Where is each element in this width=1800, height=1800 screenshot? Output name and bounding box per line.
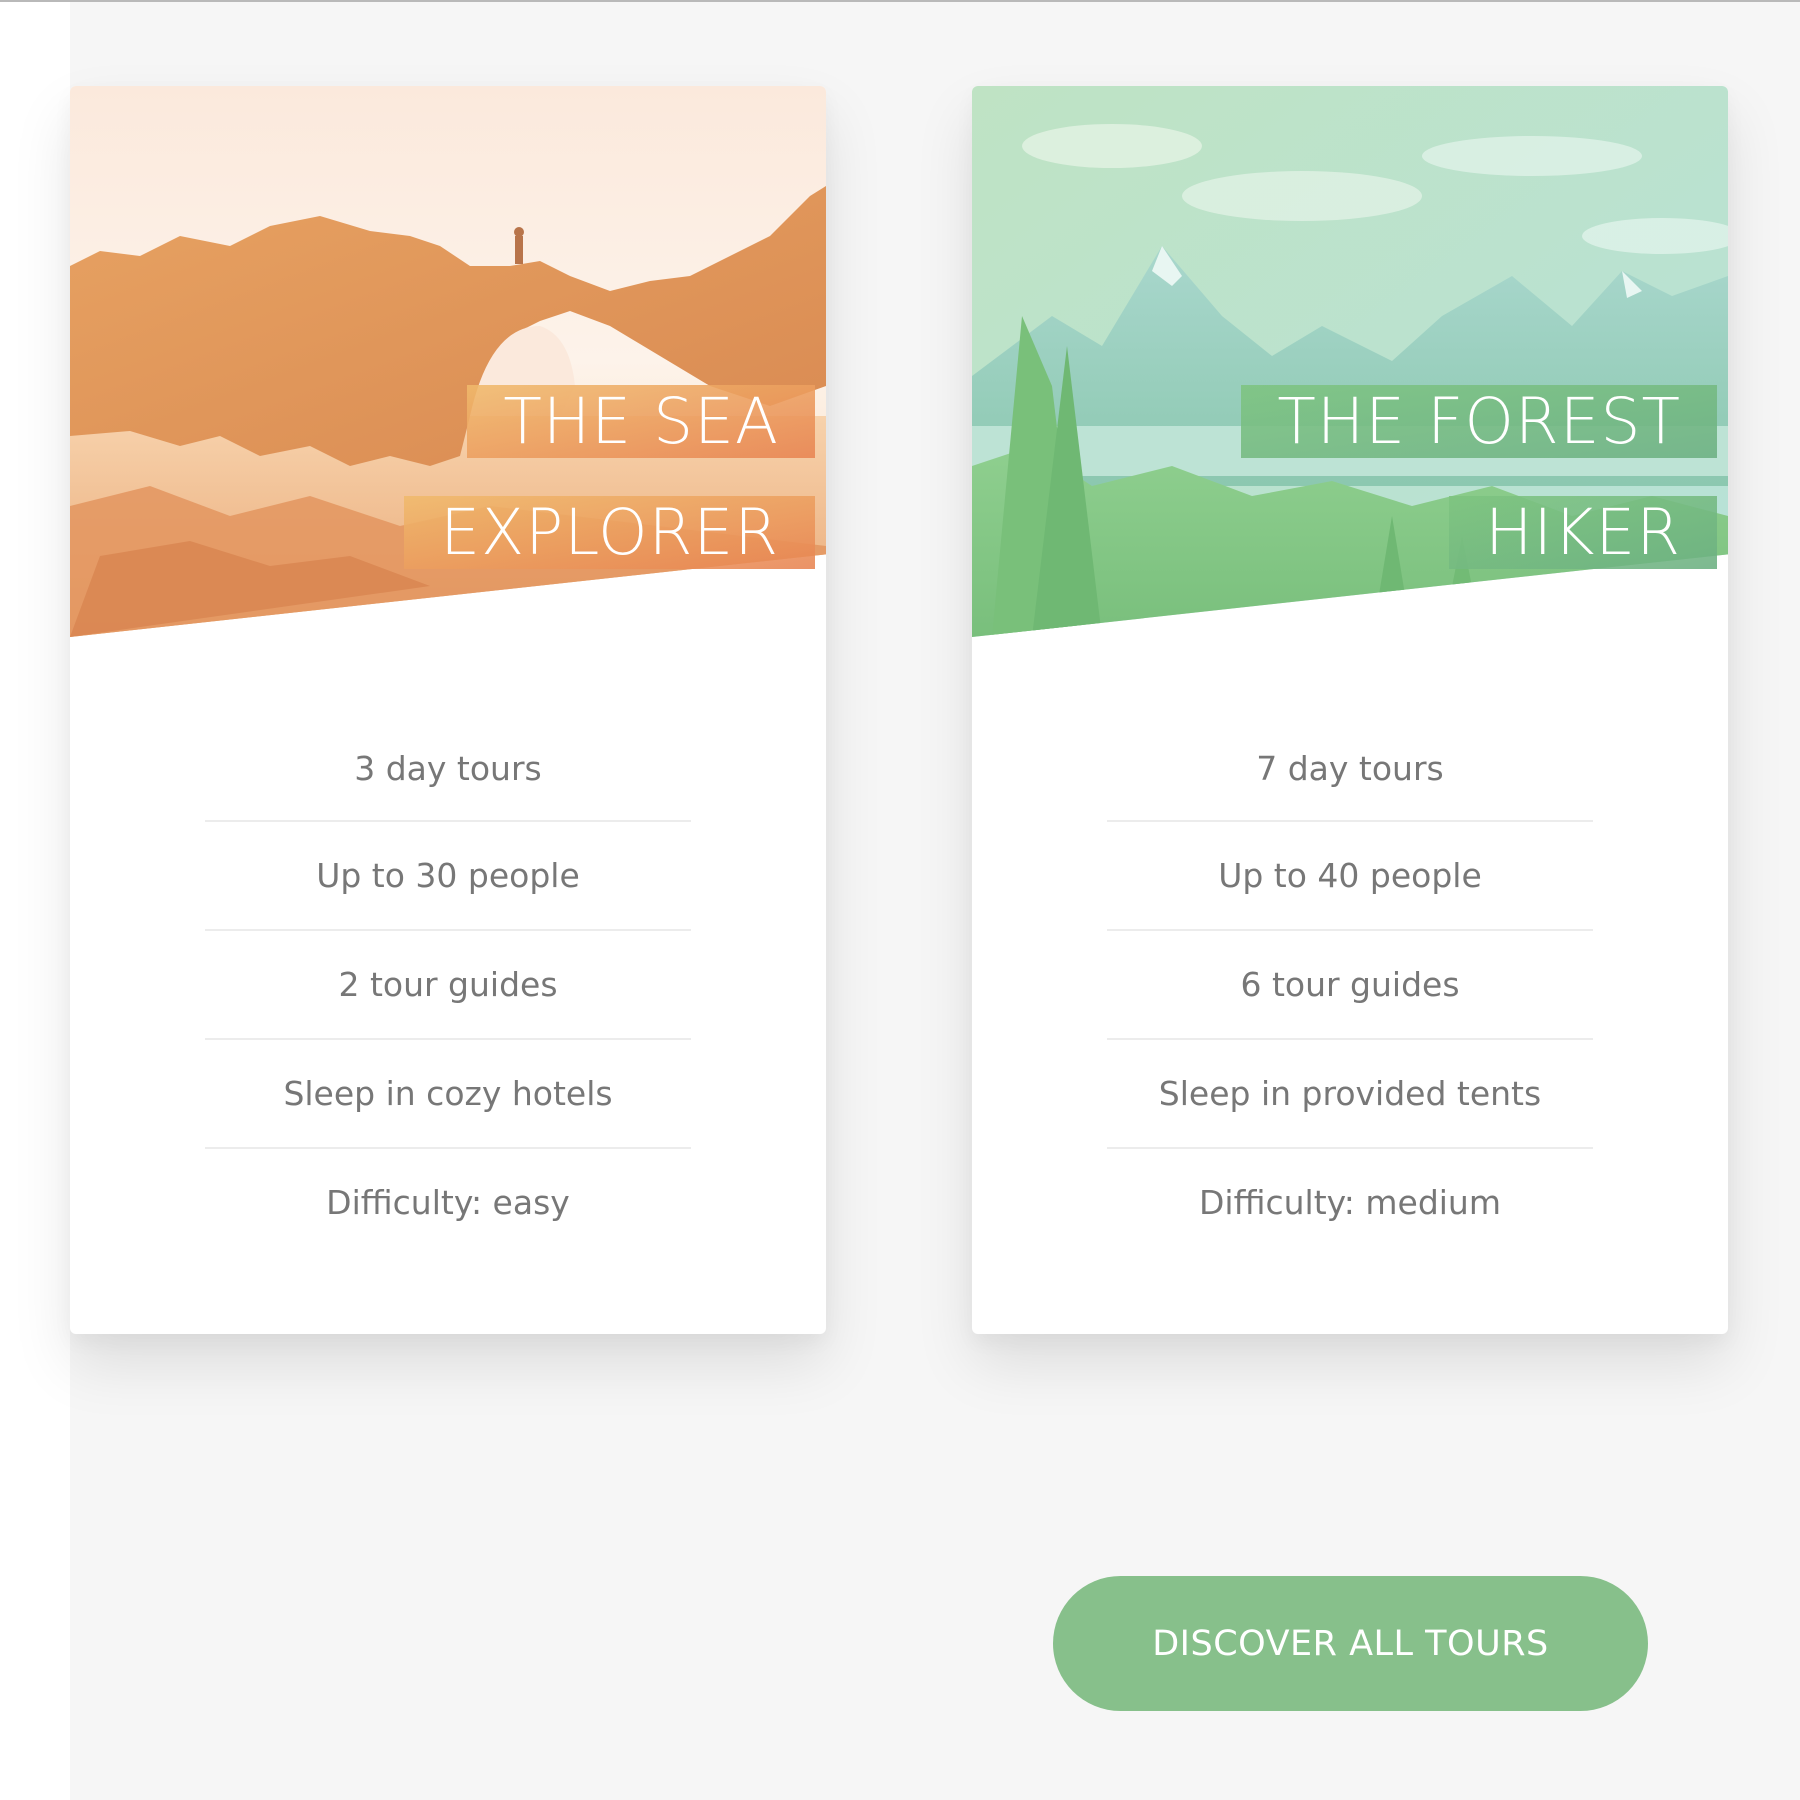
- tour-detail-duration: 3 day tours: [205, 716, 691, 822]
- tour-heading-line2: HIKER: [1449, 496, 1717, 569]
- tour-heading-forest: THE FOREST HIKER: [1097, 366, 1717, 588]
- tour-detail-duration: 7 day tours: [1107, 716, 1593, 822]
- tour-details-forest: 7 day tours Up to 40 people 6 tour guide…: [972, 744, 1728, 1258]
- discover-all-tours-button[interactable]: DISCOVER ALL TOURS: [1053, 1576, 1648, 1711]
- tour-heading-line1: THE SEA: [467, 385, 815, 458]
- tour-detail-group-size: Up to 30 people: [205, 822, 691, 931]
- tour-detail-group-size: Up to 40 people: [1107, 822, 1593, 931]
- tour-detail-accommodation: Sleep in provided tents: [1107, 1040, 1593, 1149]
- tour-detail-accommodation: Sleep in cozy hotels: [205, 1040, 691, 1149]
- tour-detail-guides: 2 tour guides: [205, 931, 691, 1040]
- tour-card-sea-explorer: THE SEA EXPLORER 3 day tours Up to 30 pe…: [70, 86, 826, 1334]
- tour-card-forest-hiker: THE FOREST HIKER 7 day tours Up to 40 pe…: [972, 86, 1728, 1334]
- tour-detail-difficulty: Difficulty: easy: [326, 1183, 570, 1222]
- tour-detail-difficulty: Difficulty: medium: [1198, 1183, 1501, 1222]
- tour-detail-guides: 6 tour guides: [1107, 931, 1593, 1040]
- tour-heading-line1: THE FOREST: [1241, 385, 1717, 458]
- tour-details-sea: 3 day tours Up to 30 people 2 tour guide…: [70, 744, 826, 1258]
- tour-heading-sea: THE SEA EXPLORER: [195, 366, 815, 588]
- tour-heading-line2: EXPLORER: [404, 496, 815, 569]
